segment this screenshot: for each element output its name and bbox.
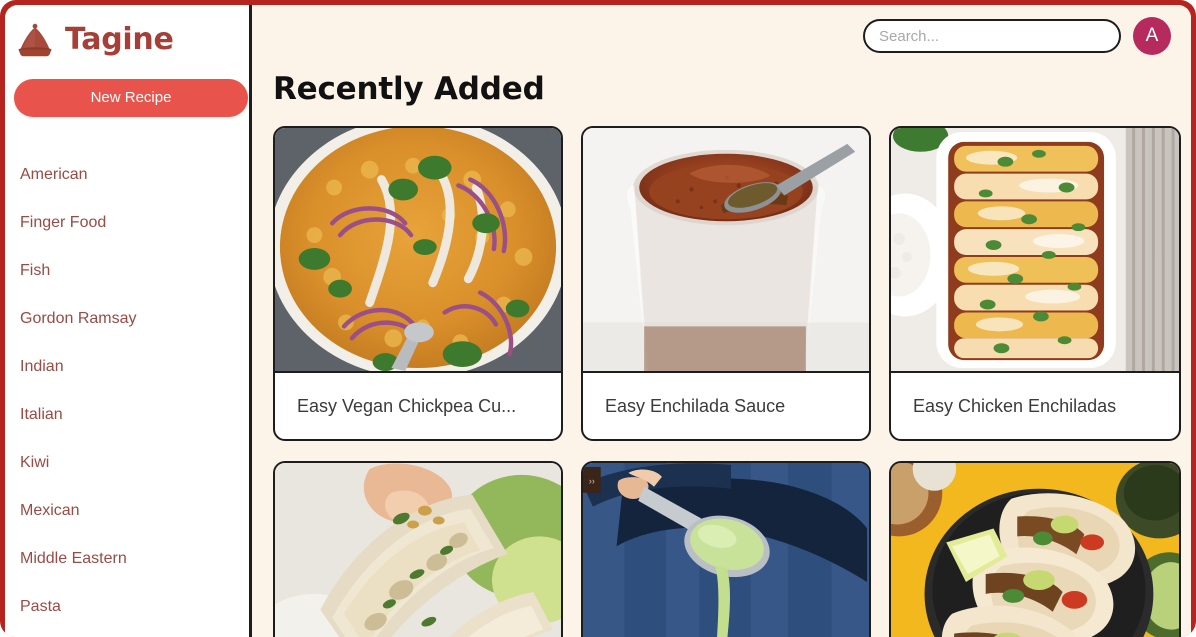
sidebar-item-finger-food[interactable]: Finger Food — [5, 199, 249, 247]
new-recipe-button[interactable]: New Recipe — [14, 79, 248, 117]
sidebar: Tagine New Recipe American Finger Food F… — [5, 5, 252, 637]
recipe-card-title: Easy Vegan Chickpea Cu... — [297, 395, 517, 416]
sidebar-item-italian[interactable]: Italian — [5, 391, 249, 439]
sidebar-item-pasta[interactable]: Pasta — [5, 583, 249, 631]
recipe-card-title: Easy Chicken Enchiladas — [913, 395, 1117, 416]
top-bar: A — [252, 5, 1191, 67]
recipe-card[interactable] — [273, 461, 563, 637]
page-title: Recently Added — [273, 71, 545, 107]
sidebar-item-fish[interactable]: Fish — [5, 247, 249, 295]
recipe-card[interactable]: Easy Chicken Enchiladas — [889, 126, 1181, 441]
search-input[interactable] — [863, 19, 1121, 53]
recipe-grid: Easy Vegan Chickpea Cu... Easy Enchilada… — [273, 126, 1191, 637]
recipe-card[interactable]: ›› — [581, 461, 871, 637]
tuna-salad-sandwich-photo — [275, 463, 561, 637]
svg-text:››: ›› — [589, 476, 595, 486]
main-content: A Recently Added — [252, 5, 1191, 637]
brand-name: Tagine — [65, 21, 174, 57]
vegan-tacos-photo — [891, 463, 1179, 637]
sidebar-item-gordon-ramsay[interactable]: Gordon Ramsay — [5, 295, 249, 343]
category-list: American Finger Food Fish Gordon Ramsay … — [5, 151, 249, 631]
recipe-card[interactable]: Easy Enchilada Sauce — [581, 126, 871, 441]
sidebar-item-middle-eastern[interactable]: Middle Eastern — [5, 535, 249, 583]
recipe-card-title: Easy Enchilada Sauce — [605, 395, 786, 416]
app-body: Tagine New Recipe American Finger Food F… — [5, 5, 1191, 637]
chickpea-curry-photo — [275, 128, 561, 373]
sidebar-item-indian[interactable]: Indian — [5, 343, 249, 391]
chicken-enchiladas-dish-photo — [891, 128, 1179, 373]
tagine-pot-icon — [14, 23, 56, 57]
sidebar-item-kiwi[interactable]: Kiwi — [5, 439, 249, 487]
brand-logo[interactable]: Tagine — [5, 5, 249, 61]
enchilada-sauce-jar-photo — [583, 128, 869, 373]
recipe-card[interactable]: Easy Vegan Chickpea Cu... — [273, 126, 563, 441]
app-window-frame: Tagine New Recipe American Finger Food F… — [0, 0, 1196, 637]
sidebar-item-american[interactable]: American — [5, 151, 249, 199]
recipe-card[interactable] — [889, 461, 1181, 637]
avatar[interactable]: A — [1133, 17, 1171, 55]
sidebar-item-mexican[interactable]: Mexican — [5, 487, 249, 535]
green-sauce-spoon-photo: ›› — [583, 463, 869, 637]
